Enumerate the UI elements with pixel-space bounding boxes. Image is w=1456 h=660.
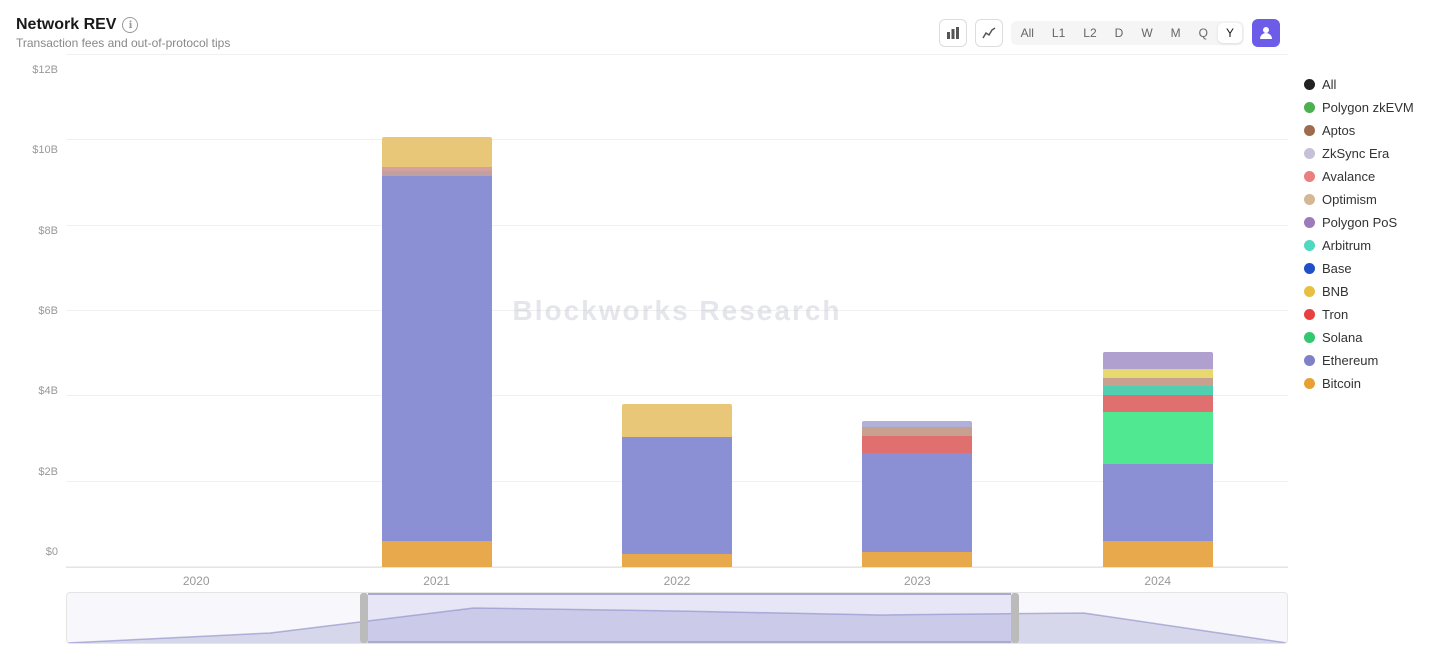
- legend-item-aptos[interactable]: Aptos: [1304, 122, 1440, 139]
- legend-label-avalance: Avalance: [1322, 169, 1375, 184]
- legend-item-bnb[interactable]: BNB: [1304, 283, 1440, 300]
- minimap-area: [16, 592, 1296, 644]
- legend-dot-polygon-zkevm: [1304, 102, 1315, 113]
- minimap-handle-right[interactable]: [1011, 593, 1019, 643]
- legend-label-ethereum: Ethereum: [1322, 353, 1378, 368]
- y-label-8b: $8B: [16, 225, 58, 237]
- bars-container: Blockworks Research: [66, 54, 1288, 568]
- avatar-button[interactable]: [1252, 19, 1280, 47]
- legend-dot-bnb: [1304, 286, 1315, 297]
- x-label-2024: 2024: [1078, 574, 1238, 588]
- chart-content: Blockworks Research: [66, 54, 1288, 588]
- bars-inner: [66, 54, 1288, 567]
- legend-dot-all: [1304, 79, 1315, 90]
- legend-dot-solana: [1304, 332, 1315, 343]
- x-label-2020: 2020: [116, 574, 276, 588]
- legend-label-polygon-pos: Polygon PoS: [1322, 215, 1397, 230]
- controls: All L1 L2 D W M Q Y: [939, 19, 1280, 47]
- legend-dot-arbitrum: [1304, 240, 1315, 251]
- legend-label-bnb: BNB: [1322, 284, 1349, 299]
- legend-label-solana: Solana: [1322, 330, 1362, 345]
- filter-q[interactable]: Q: [1191, 23, 1216, 43]
- legend-item-all[interactable]: All: [1304, 76, 1440, 93]
- filter-l1[interactable]: L1: [1044, 23, 1073, 43]
- main-container: Network REV ℹ Transaction fees and out-o…: [0, 0, 1456, 660]
- legend-dot-tron: [1304, 309, 1315, 320]
- filter-y[interactable]: Y: [1218, 23, 1242, 43]
- minimap-inner[interactable]: [66, 592, 1288, 644]
- y-label-0: $0: [16, 546, 58, 558]
- bar-group-2023: [837, 421, 997, 567]
- chart-wrapper: $12B $10B $8B $6B $4B $2B $0: [16, 54, 1296, 588]
- x-label-2023: 2023: [837, 574, 997, 588]
- legend-label-optimism: Optimism: [1322, 192, 1377, 207]
- stacked-bar-2023[interactable]: [862, 421, 972, 567]
- filter-d[interactable]: D: [1107, 23, 1132, 43]
- x-labels: 2020 2021 2022 2023 2024: [66, 568, 1288, 588]
- legend-item-avalance[interactable]: Avalance: [1304, 168, 1440, 185]
- legend-item-solana[interactable]: Solana: [1304, 329, 1440, 346]
- stacked-bar-2021[interactable]: [382, 137, 492, 567]
- x-label-2021: 2021: [357, 574, 517, 588]
- filter-all[interactable]: All: [1013, 23, 1042, 43]
- legend-dot-bitcoin: [1304, 378, 1315, 389]
- legend-panel: All Polygon zkEVM Aptos ZkSync Era Avala…: [1296, 16, 1456, 644]
- legend-label-tron: Tron: [1322, 307, 1348, 322]
- bar-group-2024: [1078, 352, 1238, 567]
- header: Network REV ℹ Transaction fees and out-o…: [16, 16, 1296, 50]
- y-label-4b: $4B: [16, 385, 58, 397]
- legend-label-all: All: [1322, 77, 1336, 92]
- x-label-2022: 2022: [597, 574, 757, 588]
- y-label-12b: $12B: [16, 64, 58, 76]
- legend-item-arbitrum[interactable]: Arbitrum: [1304, 237, 1440, 254]
- time-filters: All L1 L2 D W M Q Y: [1011, 21, 1244, 45]
- legend-dot-zksync-era: [1304, 148, 1315, 159]
- stacked-bar-2024[interactable]: [1103, 352, 1213, 567]
- chart-title: Network REV: [16, 16, 116, 34]
- bar-group-2022: [597, 404, 757, 567]
- legend-dot-aptos: [1304, 125, 1315, 136]
- y-label-10b: $10B: [16, 144, 58, 156]
- legend-dot-polygon-pos: [1304, 217, 1315, 228]
- legend-label-bitcoin: Bitcoin: [1322, 376, 1361, 391]
- filter-l2[interactable]: L2: [1075, 23, 1104, 43]
- legend-label-base: Base: [1322, 261, 1352, 276]
- y-axis: $12B $10B $8B $6B $4B $2B $0: [16, 54, 66, 588]
- legend-item-zksync-era[interactable]: ZkSync Era: [1304, 145, 1440, 162]
- legend-item-polygon-pos[interactable]: Polygon PoS: [1304, 214, 1440, 231]
- legend-item-optimism[interactable]: Optimism: [1304, 191, 1440, 208]
- title-section: Network REV ℹ Transaction fees and out-o…: [16, 16, 230, 50]
- chart-subtitle: Transaction fees and out-of-protocol tip…: [16, 36, 230, 50]
- legend-label-zksync-era: ZkSync Era: [1322, 146, 1389, 161]
- y-label-6b: $6B: [16, 305, 58, 317]
- chart-area: Network REV ℹ Transaction fees and out-o…: [16, 16, 1296, 644]
- minimap-handle-left[interactable]: [360, 593, 368, 643]
- legend-label-arbitrum: Arbitrum: [1322, 238, 1371, 253]
- legend-dot-ethereum: [1304, 355, 1315, 366]
- legend-dot-avalance: [1304, 171, 1315, 182]
- legend-label-aptos: Aptos: [1322, 123, 1355, 138]
- legend-item-polygon-zkevm[interactable]: Polygon zkEVM: [1304, 99, 1440, 116]
- bar-chart-toggle[interactable]: [939, 19, 967, 47]
- legend-item-ethereum[interactable]: Ethereum: [1304, 352, 1440, 369]
- minimap-selection[interactable]: [368, 593, 1011, 643]
- filter-m[interactable]: M: [1163, 23, 1189, 43]
- filter-w[interactable]: W: [1133, 23, 1160, 43]
- legend-item-base[interactable]: Base: [1304, 260, 1440, 277]
- legend-label-polygon-zkevm: Polygon zkEVM: [1322, 100, 1414, 115]
- legend-item-tron[interactable]: Tron: [1304, 306, 1440, 323]
- info-icon[interactable]: ℹ: [122, 17, 138, 33]
- stacked-bar-2022[interactable]: [622, 404, 732, 567]
- y-label-2b: $2B: [16, 466, 58, 478]
- line-chart-toggle[interactable]: [975, 19, 1003, 47]
- legend-item-bitcoin[interactable]: Bitcoin: [1304, 375, 1440, 392]
- legend-dot-base: [1304, 263, 1315, 274]
- legend-dot-optimism: [1304, 194, 1315, 205]
- title-row: Network REV ℹ: [16, 16, 230, 34]
- bar-group-2021: [357, 137, 517, 567]
